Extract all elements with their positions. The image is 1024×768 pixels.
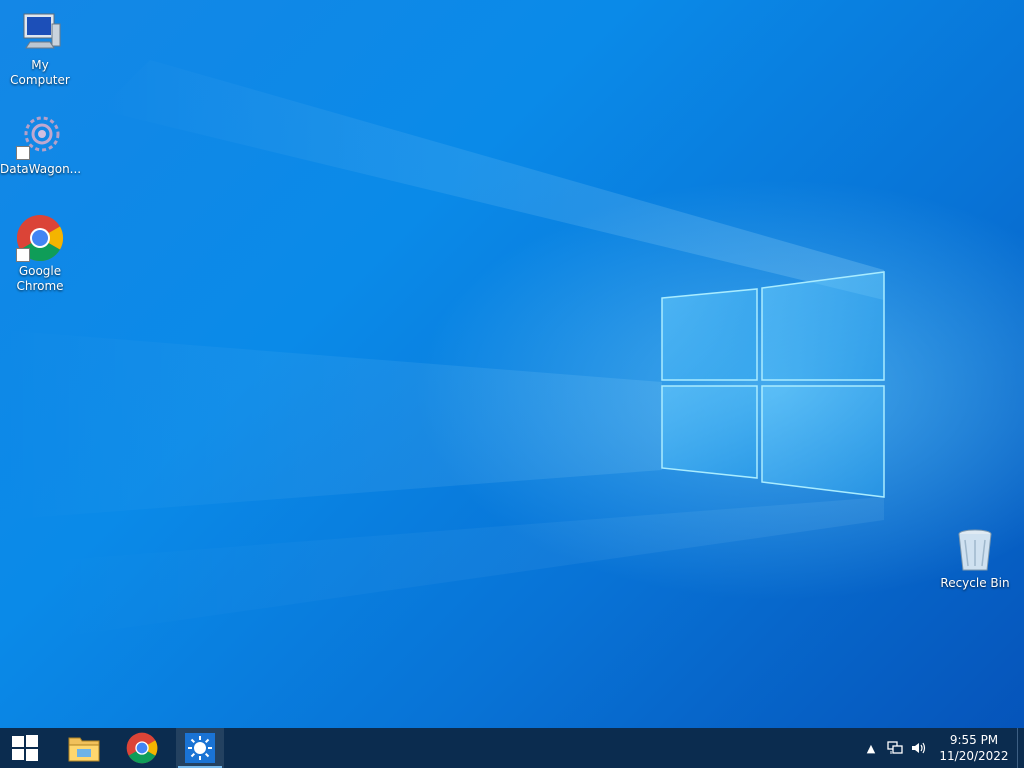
shortcut-arrow-icon (16, 248, 30, 262)
network-button[interactable] (883, 728, 907, 768)
start-button[interactable] (0, 728, 50, 768)
desktop-icon-recycle-bin[interactable]: Recycle Bin (935, 526, 1015, 591)
desktop-icon-datawagon[interactable]: DataWagon... (0, 112, 82, 177)
computer-icon (16, 8, 64, 56)
desktop-icon-label: My Computer (10, 58, 70, 87)
volume-button[interactable] (907, 728, 931, 768)
file-explorer-icon (68, 737, 100, 762)
chrome-icon (126, 732, 158, 764)
system-tray: ▲ 9:55 PM 11/20/2022 (859, 728, 1024, 768)
desktop-icon-label: Recycle Bin (940, 576, 1010, 590)
clock-time: 9:55 PM (949, 733, 999, 747)
show-desktop-button[interactable] (1017, 728, 1024, 768)
taskbar: ▲ 9:55 PM 11/20/2022 (0, 728, 1024, 768)
desktop-icon-label: DataWagon... (0, 162, 82, 176)
windows-logo-wallpaper (661, 271, 885, 498)
taskbar-chrome[interactable] (118, 728, 166, 768)
taskbar-app-sun[interactable] (176, 728, 224, 768)
volume-icon (912, 742, 926, 754)
windows-logo-icon (12, 735, 38, 761)
datawagon-gear-icon (16, 112, 64, 160)
taskbar-file-explorer[interactable] (60, 728, 108, 768)
clock[interactable]: 9:55 PM 11/20/2022 (935, 732, 1013, 764)
network-icon (887, 741, 903, 754)
shortcut-arrow-icon (16, 146, 30, 160)
chevron-up-icon: ▲ (866, 741, 876, 755)
recycle-bin-icon (951, 526, 999, 574)
desktop-icon-google-chrome[interactable]: Google Chrome (0, 214, 80, 294)
app-sun-icon (185, 733, 215, 763)
clock-date: 11/20/2022 (939, 749, 1009, 763)
chrome-icon (16, 214, 64, 262)
desktop-icon-my-computer[interactable]: My Computer (0, 8, 80, 88)
tray-overflow-button[interactable]: ▲ (859, 728, 883, 768)
wallpaper (0, 60, 885, 640)
desktop-icon-label: Google Chrome (16, 264, 64, 293)
